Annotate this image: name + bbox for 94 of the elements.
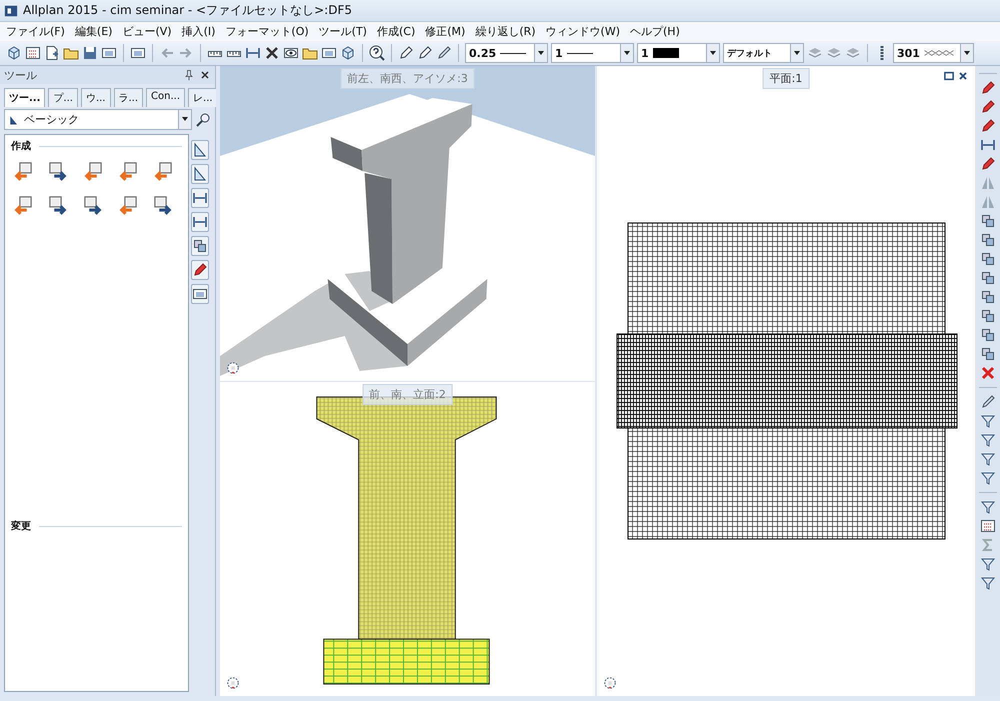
section-title: 変更 (11, 519, 31, 533)
filter-icon[interactable] (980, 499, 996, 515)
copy-icon[interactable] (980, 270, 996, 286)
preview-icon[interactable] (101, 45, 117, 61)
panel-tab[interactable]: ウ... (80, 88, 110, 107)
menu-item[interactable]: ツール(T) (318, 24, 367, 39)
menu-item[interactable]: 挿入(I) (182, 24, 216, 39)
export-icon[interactable] (48, 161, 68, 181)
navigation-icon[interactable] (603, 676, 617, 690)
dimension-icon[interactable] (245, 45, 261, 61)
filter-icon[interactable] (980, 556, 996, 572)
maximize-icon[interactable] (943, 70, 955, 82)
caret-icon (620, 44, 633, 62)
navigation-icon[interactable] (226, 361, 240, 375)
close-icon[interactable] (957, 70, 969, 82)
filter-icon[interactable] (980, 413, 996, 429)
import-icon[interactable] (118, 195, 138, 215)
copy-icon[interactable] (980, 213, 996, 229)
import-icon[interactable] (13, 161, 33, 181)
pen-icon[interactable] (417, 45, 433, 61)
import-icon[interactable] (118, 161, 138, 181)
color-dropdown[interactable]: 1 (637, 43, 720, 63)
line-sample-icon (566, 52, 593, 54)
navigation-icon[interactable] (226, 676, 240, 690)
eye-icon[interactable] (283, 45, 299, 61)
filter-icon[interactable] (980, 575, 996, 591)
caret-icon (960, 44, 973, 62)
pencil-icon[interactable] (980, 118, 996, 134)
line-type-dropdown[interactable]: 1 (551, 43, 634, 63)
dimension-icon[interactable] (191, 212, 209, 232)
pencil-icon[interactable] (980, 99, 996, 115)
cube-icon[interactable] (340, 45, 356, 61)
menu-item[interactable]: ファイル(F) (6, 24, 65, 39)
import-icon[interactable] (83, 161, 103, 181)
export-icon[interactable] (153, 195, 173, 215)
menu-item[interactable]: 編集(E) (74, 24, 112, 39)
filter-icon[interactable] (980, 432, 996, 448)
copy-icon[interactable] (980, 251, 996, 267)
section-title: 作成 (11, 140, 31, 153)
import-icon[interactable] (13, 195, 33, 215)
export-icon[interactable] (48, 195, 68, 215)
export-icon[interactable] (83, 195, 103, 215)
pen-thickness-dropdown[interactable]: 0.25 (465, 43, 548, 63)
viewport-label: 平面:1 (762, 68, 810, 89)
layout-icon[interactable] (191, 284, 209, 304)
viewport-label: 前、南、立面:2 (362, 384, 453, 405)
caret-icon (534, 44, 547, 62)
window-icon[interactable] (321, 45, 337, 61)
window-title: Allplan 2015 - cim seminar - <ファイルセットなし>:DF5 (23, 2, 352, 19)
new-file-icon[interactable] (44, 45, 60, 61)
import-icon[interactable] (153, 161, 173, 181)
menu-item[interactable]: 繰り返し(R) (475, 24, 536, 39)
pencil-icon[interactable] (980, 156, 996, 172)
caret-icon (790, 44, 803, 62)
menu-item[interactable]: ビュー(V) (122, 24, 172, 39)
caret-icon (178, 110, 191, 129)
app-icon (4, 4, 18, 18)
close-icon[interactable] (199, 69, 211, 81)
menu-item[interactable]: ヘルプ(H) (630, 24, 680, 39)
menu-item[interactable]: フォーマット(O) (225, 24, 309, 39)
menu-item[interactable]: 修正(M) (425, 24, 466, 39)
copy-icon[interactable] (980, 327, 996, 343)
grid-icon[interactable] (980, 518, 996, 534)
caret-icon (706, 44, 719, 62)
pin-icon[interactable] (183, 69, 195, 81)
panel-tab[interactable]: プ... (48, 88, 78, 107)
filter-icon[interactable] (980, 451, 996, 467)
panel-tab[interactable]: Con... (146, 88, 186, 107)
panel-tab[interactable]: レ... (188, 88, 218, 107)
copy-icon[interactable] (980, 308, 996, 324)
panel-title: ツール (4, 68, 38, 82)
copy-icon[interactable] (980, 232, 996, 248)
menu-item[interactable]: ウィンドウ(W) (546, 24, 620, 39)
save-icon[interactable] (82, 45, 98, 61)
module-dropdown[interactable]: ベーシック (4, 109, 192, 130)
viewport-label: 前左、南西、アイソメ:3 (340, 68, 475, 89)
dimension-icon[interactable] (980, 137, 996, 153)
filter-icon[interactable] (980, 470, 996, 486)
copy-icon[interactable] (980, 289, 996, 305)
panel-tab[interactable]: ラ... (114, 88, 144, 107)
line-sample-icon (500, 52, 526, 54)
color-swatch-icon (652, 48, 679, 58)
copy-icon[interactable] (980, 346, 996, 362)
edit-icon[interactable] (191, 260, 209, 280)
menu-item[interactable]: 作成(C) (376, 24, 416, 39)
hatch-dropdown[interactable]: 301 (893, 43, 974, 63)
help-icon[interactable] (369, 45, 385, 61)
search-icon[interactable] (195, 112, 211, 128)
grid-icon[interactable] (25, 45, 41, 61)
pencil-icon[interactable] (980, 80, 996, 96)
panel-tab[interactable]: ツー... (4, 88, 46, 107)
hatch-pattern-icon (924, 48, 954, 58)
delete-icon[interactable] (980, 365, 996, 381)
format-dropdown[interactable]: デフォルト (723, 43, 804, 63)
